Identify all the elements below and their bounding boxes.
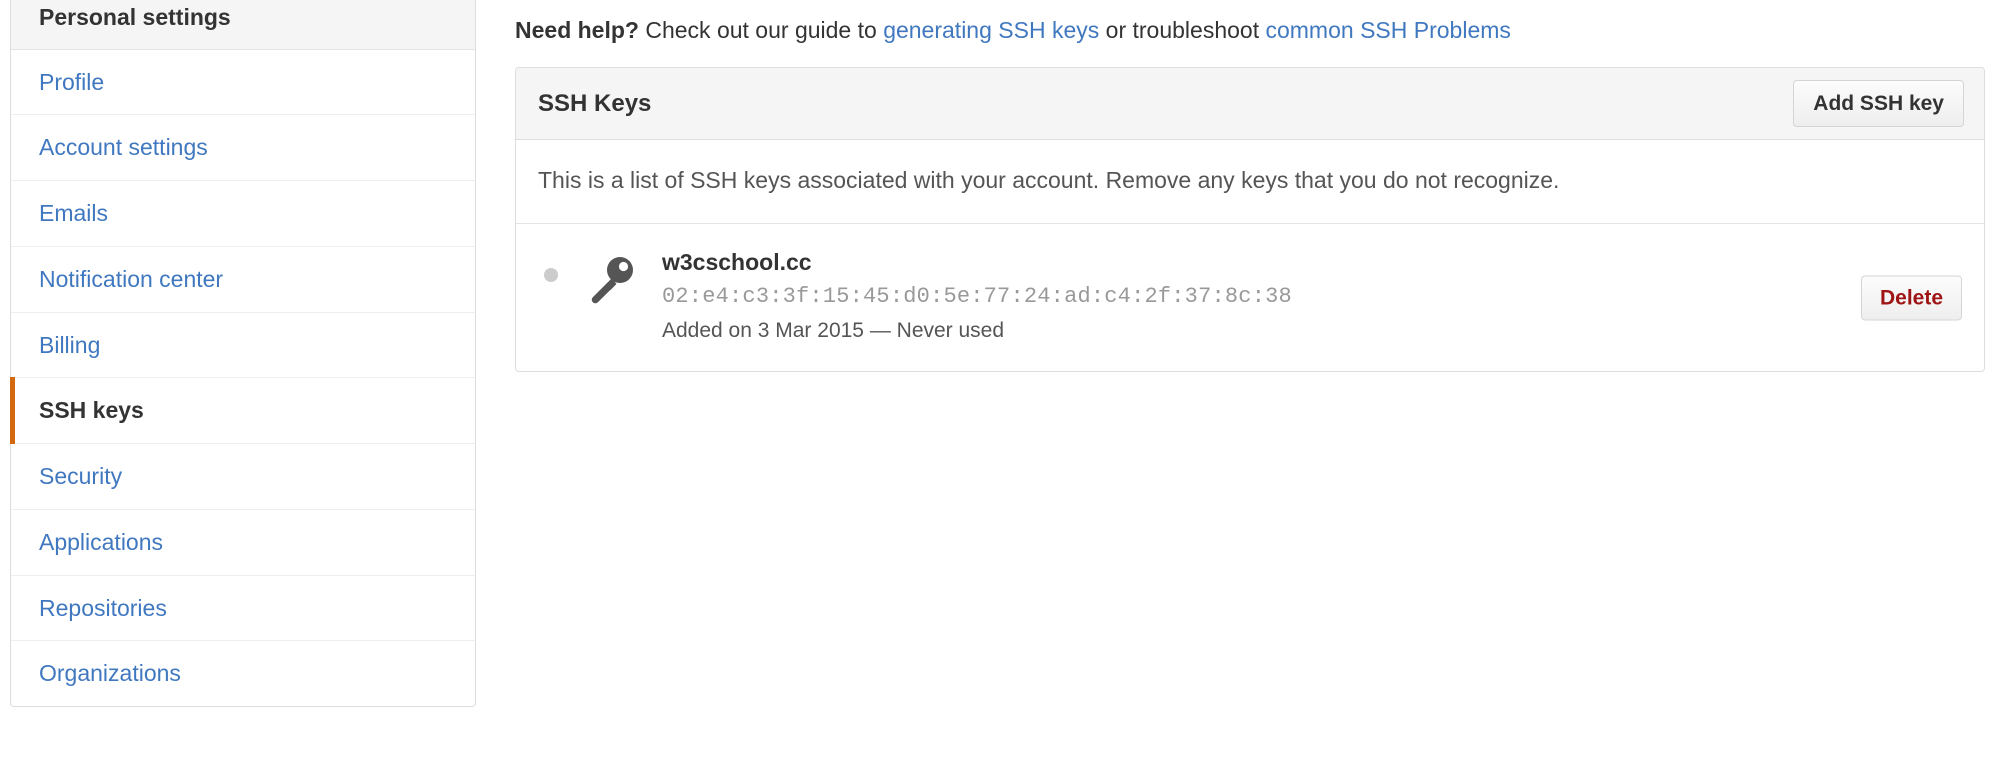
ssh-keys-panel: SSH Keys Add SSH key This is a list of S…: [515, 66, 1985, 373]
ssh-keys-description: This is a list of SSH keys associated wi…: [516, 140, 1984, 225]
help-text-2: or troubleshoot: [1099, 17, 1266, 43]
ssh-keys-panel-header: SSH Keys Add SSH key: [516, 67, 1984, 141]
sidebar-item-security[interactable]: Security: [11, 444, 475, 510]
sidebar-item-label: Security: [39, 463, 123, 490]
sidebar-item-label: Repositories: [39, 594, 167, 621]
help-lead: Need help?: [515, 17, 639, 43]
sidebar-item-applications[interactable]: Applications: [11, 509, 475, 576]
ssh-key-added-date: Added on 3 Mar 2015 — Never used: [662, 318, 1005, 342]
sidebar-item-label: Applications: [39, 528, 164, 555]
help-text-1: Check out our guide to: [638, 17, 884, 43]
sidebar-item-organizations[interactable]: Organizations: [11, 641, 475, 707]
sidebar-item-label: Emails: [39, 200, 109, 227]
sidebar-item-repositories[interactable]: Repositories: [11, 575, 475, 642]
delete-ssh-key-button[interactable]: Delete: [1860, 275, 1962, 321]
sidebar-item-label: Billing: [39, 331, 101, 358]
settings-page: Personal settings Profile Account settin…: [0, 0, 1996, 772]
sidebar-item-emails[interactable]: Emails: [11, 181, 475, 247]
sidebar-header: Personal settings: [11, 0, 475, 50]
sidebar-item-label: Notification center: [39, 265, 224, 292]
sidebar-item-label: Account settings: [39, 134, 208, 161]
generating-ssh-keys-link[interactable]: generating SSH keys: [883, 17, 1099, 43]
main-content: Need help? Check out our guide to genera…: [515, 0, 1985, 373]
help-line: Need help? Check out our guide to genera…: [515, 0, 1985, 45]
personal-settings-sidebar: Personal settings Profile Account settin…: [10, 0, 476, 708]
add-ssh-key-button[interactable]: Add SSH key: [1793, 79, 1964, 127]
sidebar-item-profile[interactable]: Profile: [11, 49, 475, 116]
sidebar-item-label: Organizations: [39, 660, 181, 687]
ssh-key-row: w3cschool.cc 02:e4:c3:3f:15:45:d0:5e:77:…: [516, 224, 1984, 371]
sidebar-item-label: SSH keys: [39, 397, 144, 424]
ssh-key-name: w3cschool.cc: [662, 249, 812, 276]
panel-title: SSH Keys: [538, 89, 652, 117]
sidebar-item-billing[interactable]: Billing: [11, 312, 475, 379]
common-ssh-problems-link[interactable]: common SSH Problems: [1265, 17, 1510, 43]
sidebar-item-notification-center[interactable]: Notification center: [11, 246, 475, 313]
key-icon: [584, 254, 636, 306]
sidebar-item-label: Profile: [39, 68, 105, 95]
status-dot-icon: [544, 268, 558, 283]
ssh-key-fingerprint: 02:e4:c3:3f:15:45:d0:5e:77:24:ad:c4:2f:3…: [662, 284, 1292, 310]
ssh-key-details: w3cschool.cc 02:e4:c3:3f:15:45:d0:5e:77:…: [662, 248, 1962, 345]
sidebar-item-account-settings[interactable]: Account settings: [11, 115, 475, 182]
sidebar-item-ssh-keys[interactable]: SSH keys: [10, 377, 475, 445]
